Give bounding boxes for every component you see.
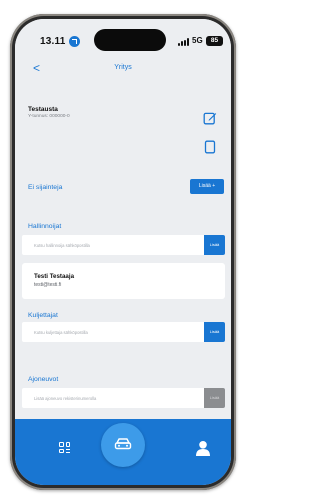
administrator-email: testi@testi.fi bbox=[34, 282, 62, 288]
dynamic-island bbox=[94, 29, 166, 51]
tab-bar bbox=[15, 419, 231, 485]
vehicle-add-row: Lisää bbox=[22, 388, 225, 408]
add-vehicle-button[interactable]: Lisää bbox=[204, 388, 225, 408]
grid-icon[interactable] bbox=[59, 442, 71, 454]
company-name: Testausta bbox=[28, 106, 58, 113]
company-business-id: Y-tunnus: 000000-0 bbox=[28, 114, 70, 119]
administrator-invite-row: Lisää bbox=[22, 235, 225, 255]
vehicle-plate-input[interactable] bbox=[22, 388, 204, 408]
phone-frame: 13.11 5G 85 < Yritys Testausta Y-tunnus:… bbox=[10, 14, 236, 490]
copy-icon[interactable] bbox=[204, 140, 216, 154]
location-icon bbox=[69, 36, 80, 47]
page-title: Yritys bbox=[114, 64, 132, 71]
status-bar: 13.11 5G 85 bbox=[15, 19, 231, 57]
administrator-name: Testi Testaaja bbox=[34, 273, 75, 280]
signal-icon bbox=[178, 38, 190, 46]
add-driver-button[interactable]: Lisää bbox=[204, 322, 225, 342]
edit-icon[interactable] bbox=[203, 111, 217, 125]
battery-level: 85 bbox=[210, 37, 219, 44]
add-administrator-button[interactable]: Lisää bbox=[204, 235, 225, 255]
add-location-button[interactable]: Lisää + bbox=[190, 179, 224, 194]
tab-vehicles[interactable] bbox=[101, 423, 145, 467]
locations-label: Ei sijainteja bbox=[28, 184, 63, 191]
vehicles-label: Ajoneuvot bbox=[28, 376, 59, 383]
car-icon bbox=[114, 438, 132, 450]
status-time: 13.11 bbox=[40, 36, 66, 47]
driver-email-input[interactable] bbox=[22, 322, 204, 342]
battery-icon: 85 bbox=[206, 36, 223, 46]
administrator-email-input[interactable] bbox=[22, 235, 204, 255]
drivers-label: Kuljettajat bbox=[28, 312, 58, 319]
driver-invite-row: Lisää bbox=[22, 322, 225, 342]
network-type: 5G bbox=[192, 36, 203, 45]
administrator-card[interactable]: Testi Testaaja testi@testi.fi bbox=[22, 263, 225, 299]
nav-bar: < Yritys bbox=[15, 59, 231, 77]
app-screen: 13.11 5G 85 < Yritys Testausta Y-tunnus:… bbox=[15, 19, 231, 485]
administrators-label: Hallinnoijat bbox=[28, 223, 62, 230]
user-icon[interactable] bbox=[195, 440, 211, 456]
